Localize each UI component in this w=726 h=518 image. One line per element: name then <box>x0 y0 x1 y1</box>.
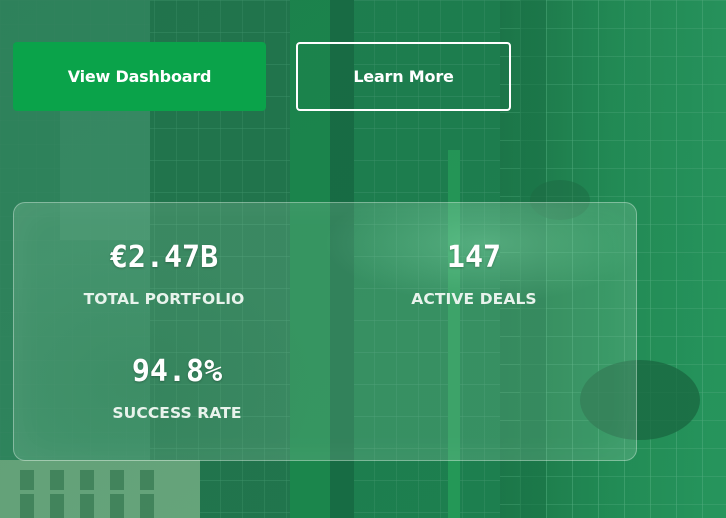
learn-more-button[interactable]: Learn More <box>296 42 511 111</box>
stat-success-rate: 94.8% SUCCESS RATE <box>52 354 302 422</box>
view-dashboard-button[interactable]: View Dashboard <box>13 42 266 111</box>
stat-total-portfolio: €2.47B TOTAL PORTFOLIO <box>39 240 289 308</box>
stat-value: €2.47B <box>109 240 219 275</box>
stat-label: SUCCESS RATE <box>112 404 242 422</box>
stat-label: ACTIVE DEALS <box>411 290 537 308</box>
stat-value: 147 <box>446 240 502 275</box>
stat-label: TOTAL PORTFOLIO <box>83 290 245 308</box>
stat-value: 94.8% <box>131 354 223 389</box>
stat-active-deals: 147 ACTIVE DEALS <box>349 240 599 308</box>
